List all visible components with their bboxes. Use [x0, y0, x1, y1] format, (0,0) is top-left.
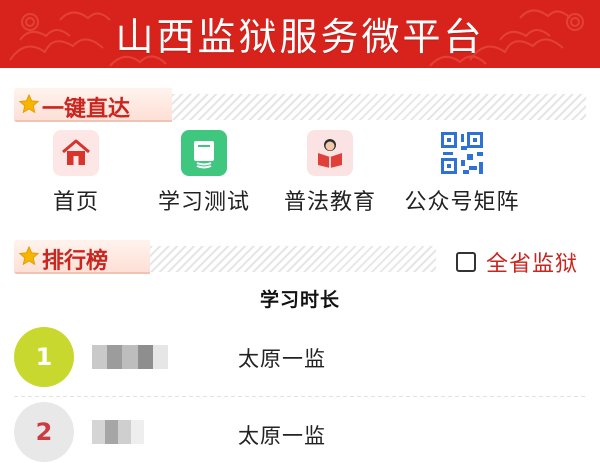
book-icon: [181, 130, 227, 176]
quick-section-title: 一键直达: [42, 97, 131, 122]
quick-link-label: 普法教育: [283, 190, 376, 215]
star-icon: [18, 93, 40, 114]
reading-person-icon: [307, 130, 353, 176]
quick-link-label: 首页: [52, 190, 99, 215]
section-stripes: [142, 246, 436, 272]
quick-link-label: 公众号矩阵: [404, 190, 520, 215]
rank-badge: 1: [14, 327, 74, 387]
header-banner: 山西监狱服务微平台: [0, 0, 600, 68]
name-redacted: [92, 420, 144, 444]
province-checkbox[interactable]: [455, 252, 476, 272]
unit-name: 太原一监: [238, 347, 326, 371]
ranking-row[interactable]: 2 太原一监: [0, 400, 600, 463]
section-stripes: [164, 94, 586, 120]
quick-link-home[interactable]: 首页: [16, 130, 136, 216]
ranking-title: 学习时长: [259, 289, 340, 311]
ranking-row[interactable]: 1 太原一监: [0, 323, 600, 393]
rank-badge: 2: [14, 402, 74, 462]
ranking-section-title: 排行榜: [42, 249, 109, 274]
quick-link-legal-education[interactable]: 普法教育: [270, 130, 390, 216]
province-filter[interactable]: 全省监狱: [455, 246, 578, 278]
page-title: 山西监狱服务微平台: [115, 15, 485, 59]
unit-name: 太原一监: [238, 424, 326, 448]
qr-code-icon: [439, 130, 485, 176]
quick-link-label: 学习测试: [157, 190, 250, 215]
quick-link-account-matrix[interactable]: 公众号矩阵: [402, 130, 522, 216]
quick-link-study-test[interactable]: 学习测试: [144, 130, 264, 216]
quick-section-header: 一键直达: [14, 88, 586, 122]
row-divider: [14, 396, 586, 397]
home-icon: [53, 130, 99, 176]
star-icon: [18, 245, 40, 266]
province-filter-label: 全省监狱: [485, 252, 578, 277]
name-redacted: [92, 345, 169, 369]
